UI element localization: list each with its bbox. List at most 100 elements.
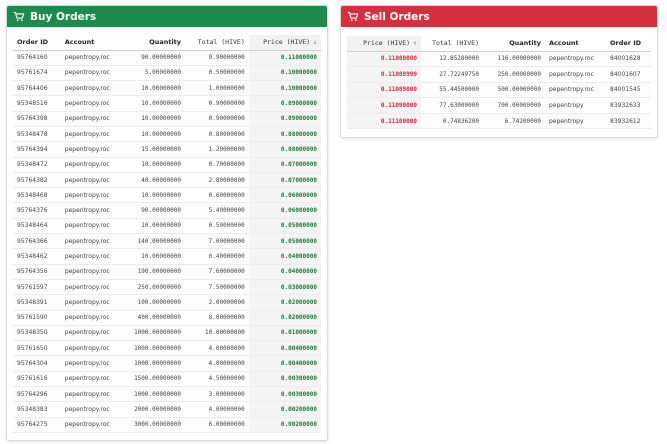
- account-cell: pepentropy.roc: [60, 126, 125, 143]
- sell-table-header-row: Price (HIVE) ↑ Total (HIVE) Quantity Acco…: [347, 36, 651, 52]
- account-cell: pepentropy.roc: [60, 233, 125, 250]
- table-row[interactable]: 95764382 pepentropy.roc 40.00000000 2.80000…: [13, 172, 321, 189]
- account-cell: pepentropy.roc: [60, 157, 125, 173]
- price-cell: 0.11088999: [347, 66, 421, 83]
- table-row[interactable]: 0.11100000 0.74836200 6.74200000 pepentropy…: [347, 113, 651, 130]
- sort-up-icon: ↑: [413, 39, 417, 48]
- col-order-id[interactable]: Order ID: [606, 36, 651, 52]
- order-id-cell: 95348462: [13, 248, 61, 265]
- order-id-cell: 95764406: [13, 80, 61, 97]
- table-row[interactable]: 95348462 pepentropy.roc 10.00000000 0.40000…: [13, 248, 321, 265]
- table-row[interactable]: 95764366 pepentropy.roc 140.00000000 7.0000…: [13, 233, 321, 250]
- table-row[interactable]: 95348391 pepentropy.roc 100.00000000 2.0000…: [13, 294, 321, 311]
- table-row[interactable]: 95761590 pepentropy.roc 400.00000000 8.0000…: [13, 310, 321, 326]
- table-row[interactable]: 95764296 pepentropy.roc 1000.00000000 3.000…: [13, 386, 321, 403]
- quantity-cell: 15.00000000: [124, 141, 186, 158]
- order-id-cell: 95764382: [13, 172, 61, 189]
- buy-orders-title: Buy Orders: [30, 10, 97, 23]
- price-cell: 0.09000000: [248, 95, 321, 112]
- table-row[interactable]: 95764406 pepentropy.roc 10.00000000 1.00000…: [13, 80, 321, 97]
- account-cell: pepentropy: [545, 113, 606, 130]
- col-total[interactable]: Total (HIVE): [421, 36, 483, 52]
- table-row[interactable]: 95348468 pepentropy.roc 10.00000000 0.60000…: [13, 187, 321, 204]
- price-cell: 0.00300000: [248, 371, 321, 388]
- total-cell: 10.00000000: [185, 325, 249, 342]
- quantity-cell: 2000.00000000: [124, 401, 186, 418]
- price-cell: 0.07000000: [248, 172, 321, 189]
- table-row[interactable]: 95348383 pepentropy.roc 2000.00000000 4.000…: [13, 401, 321, 418]
- table-row[interactable]: 95764275 pepentropy.roc 3000.00000000 6.000…: [13, 417, 321, 433]
- table-row[interactable]: 95761650 pepentropy.roc 1000.00000000 4.000…: [13, 340, 321, 357]
- col-quantity[interactable]: Quantity: [124, 35, 186, 51]
- total-cell: 2.80000000: [185, 172, 249, 189]
- table-row[interactable]: 0.11089000 55.44500000 500.00000000 pepentr…: [347, 82, 651, 99]
- price-cell: 0.09000000: [248, 111, 321, 127]
- table-row[interactable]: 95348478 pepentropy.roc 10.00000000 0.80000…: [13, 126, 321, 143]
- col-quantity[interactable]: Quantity: [483, 36, 545, 52]
- order-id-cell: 95761650: [13, 340, 61, 357]
- order-id-cell: 95764160: [13, 50, 61, 66]
- quantity-cell: 3000.00000000: [124, 417, 186, 433]
- order-id-cell: 95764366: [13, 233, 61, 250]
- quantity-cell: 1000.00000000: [124, 386, 186, 403]
- order-id-cell: 95348516: [13, 95, 61, 112]
- table-row[interactable]: 95348516 pepentropy.roc 10.00000000 0.90000…: [13, 95, 321, 112]
- col-order-id[interactable]: Order ID: [13, 35, 61, 51]
- quantity-cell: 10.00000000: [124, 80, 186, 97]
- total-cell: 2.00000000: [185, 294, 249, 311]
- order-id-cell: 95348468: [13, 187, 61, 204]
- total-cell: 0.80000000: [185, 126, 249, 143]
- col-account[interactable]: Account: [545, 36, 606, 52]
- table-row[interactable]: 95764376 pepentropy.roc 90.00000000 5.40000…: [13, 202, 321, 219]
- col-total[interactable]: Total (HIVE): [185, 35, 249, 51]
- price-cell: 0.08000000: [248, 126, 321, 143]
- table-row[interactable]: 0.11080000 12.85280000 116.00000000 pepentr…: [347, 51, 651, 68]
- account-cell: pepentropy.roc: [60, 141, 125, 158]
- quantity-cell: 10.00000000: [124, 157, 186, 173]
- table-row[interactable]: 95348464 pepentropy.roc 10.00000000 0.50000…: [13, 218, 321, 235]
- quantity-cell: 10.00000000: [124, 248, 186, 265]
- cart-icon: [13, 11, 25, 22]
- table-row[interactable]: 95348350 pepentropy.roc 1000.00000000 10.00…: [13, 325, 321, 342]
- order-id-cell: 95764275: [13, 417, 61, 433]
- col-price[interactable]: Price (HIVE) ↓: [248, 35, 321, 51]
- table-row[interactable]: 95761674 pepentropy.roc 5.00000000 0.500000…: [13, 65, 321, 82]
- table-row[interactable]: 95764398 pepentropy.roc 10.00000000 0.90000…: [13, 111, 321, 127]
- price-cell: 0.10000000: [248, 80, 321, 97]
- table-row[interactable]: 0.11090000 77.63000000 700.00000000 pepentr…: [347, 97, 651, 114]
- table-row[interactable]: 95761616 pepentropy.roc 1500.00000000 4.500…: [13, 371, 321, 388]
- account-cell: pepentropy.roc: [60, 111, 125, 127]
- table-row[interactable]: 95764160 pepentropy.roc 90.00000000 9.90000…: [13, 50, 321, 66]
- price-cell: 0.02000000: [248, 310, 321, 326]
- quantity-cell: 500.00000000: [483, 82, 545, 99]
- account-cell: pepentropy.roc: [545, 51, 606, 68]
- quantity-cell: 90.00000000: [124, 50, 186, 66]
- total-cell: 0.90000000: [185, 95, 249, 112]
- price-cell: 0.01000000: [248, 325, 321, 342]
- order-id-cell: 95348383: [13, 401, 61, 418]
- quantity-cell: 140.00000000: [124, 233, 186, 250]
- col-account[interactable]: Account: [60, 35, 125, 51]
- total-cell: 7.60000000: [185, 264, 249, 280]
- account-cell: pepentropy.roc: [60, 80, 125, 97]
- order-id-cell: 84001628: [606, 51, 651, 68]
- account-cell: pepentropy.roc: [545, 66, 606, 83]
- table-row[interactable]: 95764356 pepentropy.roc 190.00000000 7.6000…: [13, 264, 321, 280]
- quantity-cell: 40.00000000: [124, 172, 186, 189]
- total-cell: 0.74836200: [421, 113, 483, 130]
- price-cell: 0.11080000: [347, 51, 421, 68]
- price-cell: 0.04000000: [248, 248, 321, 265]
- price-cell: 0.04000000: [248, 264, 321, 280]
- order-id-cell: 95348472: [13, 157, 61, 173]
- quantity-cell: 250.00000000: [124, 279, 186, 296]
- price-cell: 0.08000000: [248, 141, 321, 158]
- table-row[interactable]: 0.11088999 27.72249750 250.00000000 pepentr…: [347, 66, 651, 83]
- col-price[interactable]: Price (HIVE) ↑: [347, 36, 421, 52]
- table-row[interactable]: 95764394 pepentropy.roc 15.00000000 1.20000…: [13, 141, 321, 158]
- table-row[interactable]: 95761597 pepentropy.roc 250.00000000 7.5000…: [13, 279, 321, 296]
- account-cell: pepentropy.roc: [60, 325, 125, 342]
- table-row[interactable]: 95764304 pepentropy.roc 1000.00000000 4.000…: [13, 355, 321, 372]
- price-cell: 0.10000000: [248, 65, 321, 82]
- order-id-cell: 84001545: [606, 82, 651, 99]
- table-row[interactable]: 95348472 pepentropy.roc 10.00000000 0.70000…: [13, 157, 321, 173]
